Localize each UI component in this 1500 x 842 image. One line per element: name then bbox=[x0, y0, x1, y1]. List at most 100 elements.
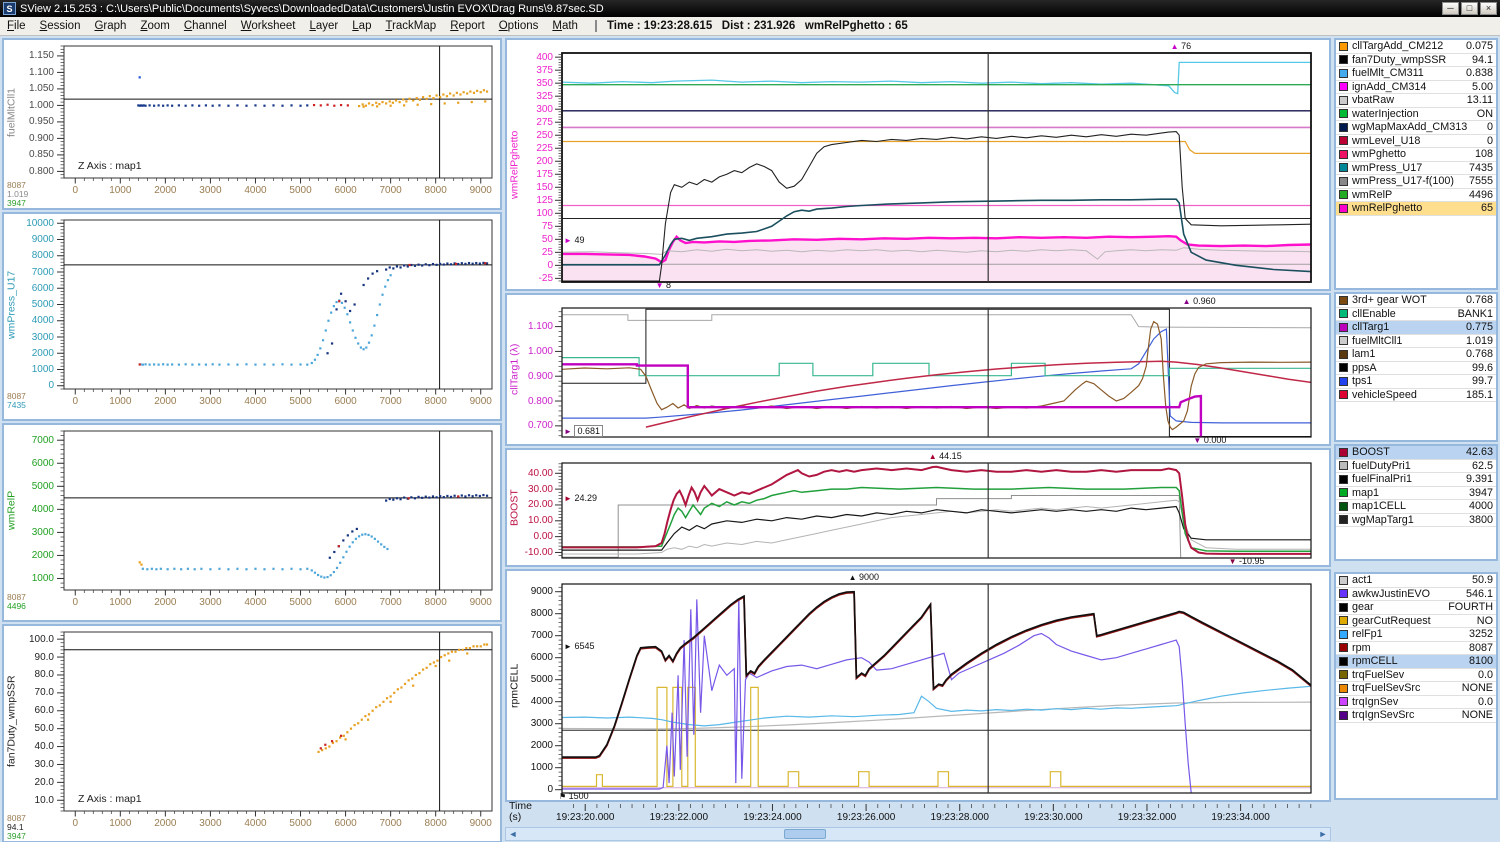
horizontal-scrollbar[interactable]: ◄► bbox=[505, 827, 1331, 841]
channel-value: 8087 bbox=[1465, 642, 1493, 654]
menu-item-layer[interactable]: Layer bbox=[302, 18, 345, 34]
channel-value: 3800 bbox=[1465, 514, 1493, 526]
channel-row[interactable]: map13947 bbox=[1336, 487, 1496, 501]
time-tick-label: 19:23:32.000 bbox=[1102, 812, 1192, 823]
x-tick-label: 4000 bbox=[233, 597, 277, 608]
channel-name: fuelMltCll1 bbox=[1352, 335, 1402, 347]
channel-value: 0.0 bbox=[1474, 669, 1493, 681]
channel-row[interactable]: gearCutRequestNO bbox=[1336, 615, 1496, 629]
channel-row[interactable]: wgMapTarg13800 bbox=[1336, 514, 1496, 528]
menu-item-file[interactable]: File bbox=[0, 18, 33, 34]
channel-color-swatch bbox=[1339, 69, 1348, 78]
menu-item-channel[interactable]: Channel bbox=[177, 18, 234, 34]
channel-value: 50.9 bbox=[1468, 574, 1493, 586]
channel-value: 5.00 bbox=[1468, 81, 1493, 93]
channel-value: 99.7 bbox=[1468, 375, 1493, 387]
channel-row[interactable]: rpmCELL8100 bbox=[1336, 655, 1496, 669]
x-tick-label: 5000 bbox=[279, 818, 323, 829]
channel-row[interactable]: trqIgnSev0.0 bbox=[1336, 696, 1496, 710]
channel-row[interactable]: cllTargAdd_CM212 0.075 bbox=[1336, 40, 1496, 54]
time-chart-rpmCELL[interactable]: 9000800070006000500040003000200010000rpm… bbox=[505, 569, 1331, 802]
channel-row[interactable]: fuelDutyPri162.5 bbox=[1336, 460, 1496, 474]
channel-row[interactable]: wmRelPghetto65 bbox=[1336, 202, 1496, 216]
channel-color-swatch bbox=[1339, 190, 1348, 199]
channel-value: 0 bbox=[1483, 121, 1493, 133]
channel-value: NONE bbox=[1458, 709, 1493, 721]
channel-row[interactable]: waterInjectionON bbox=[1336, 108, 1496, 122]
channel-row[interactable]: wmPghetto108 bbox=[1336, 148, 1496, 162]
channel-name: cllTargAdd_CM212 bbox=[1352, 40, 1443, 52]
channel-color-swatch bbox=[1339, 603, 1348, 612]
channel-row[interactable]: wmPress_U17-f(100)7555 bbox=[1336, 175, 1496, 189]
channel-row[interactable]: vbatRaw13.11 bbox=[1336, 94, 1496, 108]
channel-row[interactable]: trqIgnSevSrcNONE bbox=[1336, 709, 1496, 723]
menu-item-session[interactable]: Session bbox=[33, 18, 88, 34]
channel-color-swatch bbox=[1339, 643, 1348, 652]
channel-row[interactable]: trqFuelSevSrcNONE bbox=[1336, 682, 1496, 696]
x-tick-label: 3000 bbox=[188, 597, 232, 608]
x-tick-label: 1000 bbox=[98, 396, 142, 407]
channel-row[interactable]: cllEnableBANK1 bbox=[1336, 308, 1496, 322]
y-axis-label: rpmCELL bbox=[508, 571, 521, 800]
menu-item-worksheet[interactable]: Worksheet bbox=[234, 18, 303, 34]
channel-row[interactable]: cllTarg10.775 bbox=[1336, 321, 1496, 335]
channel-name: rpm bbox=[1352, 642, 1371, 654]
x-tick-label: 3000 bbox=[188, 185, 232, 196]
scatter-panel-fan7Duty_wmpSSR[interactable]: 100.090.080.070.060.050.040.030.020.010.… bbox=[2, 624, 502, 842]
minimize-button[interactable]: ─ bbox=[1442, 2, 1459, 15]
scroll-left-arrow[interactable]: ◄ bbox=[506, 828, 520, 840]
channel-color-swatch bbox=[1339, 296, 1348, 305]
cursor-value-marker: ► 0.681 bbox=[564, 426, 603, 437]
channel-row[interactable]: fan7Duty_wmpSSR94.1 bbox=[1336, 54, 1496, 68]
channel-row[interactable]: ppsA99.6 bbox=[1336, 362, 1496, 376]
channel-row[interactable]: awkwJustinEVO546.1 bbox=[1336, 588, 1496, 602]
channel-row[interactable]: map1CELL4000 bbox=[1336, 500, 1496, 514]
channel-row[interactable]: ignAdd_CM3145.00 bbox=[1336, 81, 1496, 95]
menu-item-report[interactable]: Report bbox=[443, 18, 492, 34]
x-tick-label: 6000 bbox=[324, 185, 368, 196]
channel-row[interactable]: tps199.7 bbox=[1336, 375, 1496, 389]
channel-row[interactable]: wmRelP 4496 bbox=[1336, 189, 1496, 203]
channel-row[interactable]: vehicleSpeed185.1 bbox=[1336, 389, 1496, 403]
window-title: SView 2.15.253 : C:\Users\Public\Documen… bbox=[20, 3, 604, 15]
channel-name: wmRelP bbox=[1352, 189, 1392, 201]
channel-row[interactable]: lam10.768 bbox=[1336, 348, 1496, 362]
channel-row[interactable]: fuelFinalPri19.391 bbox=[1336, 473, 1496, 487]
maximize-button[interactable]: □ bbox=[1461, 2, 1478, 15]
channel-row[interactable]: relFp13252 bbox=[1336, 628, 1496, 642]
channel-value: 4496 bbox=[1465, 189, 1493, 201]
channel-row[interactable]: 3rd+ gear WOT0.768 bbox=[1336, 294, 1496, 308]
scatter-panel-fuelMltCll1[interactable]: 1.1501.1001.0501.0000.9500.9000.8500.800… bbox=[2, 38, 502, 210]
channel-row[interactable]: gearFOURTH bbox=[1336, 601, 1496, 615]
channel-row[interactable]: rpm 8087 bbox=[1336, 642, 1496, 656]
title-bar: S SView 2.15.253 : C:\Users\Public\Docum… bbox=[0, 0, 1500, 17]
channel-value: 0.075 bbox=[1462, 40, 1493, 52]
channel-row[interactable]: fuelMltCll11.019 bbox=[1336, 335, 1496, 349]
time-chart-cllTarg1 (λ)[interactable]: 1.1001.0000.9000.8000.700cllTarg1 (λ)▲ 0… bbox=[505, 293, 1331, 446]
channel-row[interactable]: act150.9 bbox=[1336, 574, 1496, 588]
menu-item-trackmap[interactable]: TrackMap bbox=[378, 18, 443, 34]
menu-bar: FileSessionGraphZoomChannelWorksheetLaye… bbox=[0, 17, 1500, 36]
cursor-value-marker: ► 6545 bbox=[564, 641, 594, 652]
channel-name: awkwJustinEVO bbox=[1352, 588, 1430, 600]
time-chart-BOOST[interactable]: 40.0030.0020.0010.000.00-10.00BOOST▲ 44.… bbox=[505, 448, 1331, 567]
menu-item-options[interactable]: Options bbox=[492, 18, 546, 34]
scrollbar-thumb[interactable] bbox=[784, 829, 826, 839]
time-tick-label: 19:23:26.000 bbox=[821, 812, 911, 823]
scatter-panel-wmPress_U17[interactable]: 1000090008000700060005000400030002000100… bbox=[2, 212, 502, 421]
menu-item-graph[interactable]: Graph bbox=[87, 18, 133, 34]
menu-item-math[interactable]: Math bbox=[545, 18, 585, 34]
channel-row[interactable]: wmLevel_U180 bbox=[1336, 135, 1496, 149]
channel-row[interactable]: wgMapMaxAdd_CM3130 bbox=[1336, 121, 1496, 135]
channel-row[interactable]: wmPress_U177435 bbox=[1336, 162, 1496, 176]
close-button[interactable]: × bbox=[1480, 2, 1497, 15]
channel-name: relFp1 bbox=[1352, 628, 1383, 640]
menu-item-zoom[interactable]: Zoom bbox=[133, 18, 176, 34]
channel-row[interactable]: fuelMlt_CM3110.838 bbox=[1336, 67, 1496, 81]
channel-row[interactable]: BOOST42.63 bbox=[1336, 446, 1496, 460]
scroll-right-arrow[interactable]: ► bbox=[1316, 828, 1330, 840]
scatter-panel-wmRelP[interactable]: 7000600050004000300020001000010002000300… bbox=[2, 423, 502, 622]
time-chart-wmRelPghetto[interactable]: 4003753503253002752502252001751501251007… bbox=[505, 38, 1331, 291]
channel-row[interactable]: trqFuelSev0.0 bbox=[1336, 669, 1496, 683]
menu-item-lap[interactable]: Lap bbox=[345, 18, 378, 34]
